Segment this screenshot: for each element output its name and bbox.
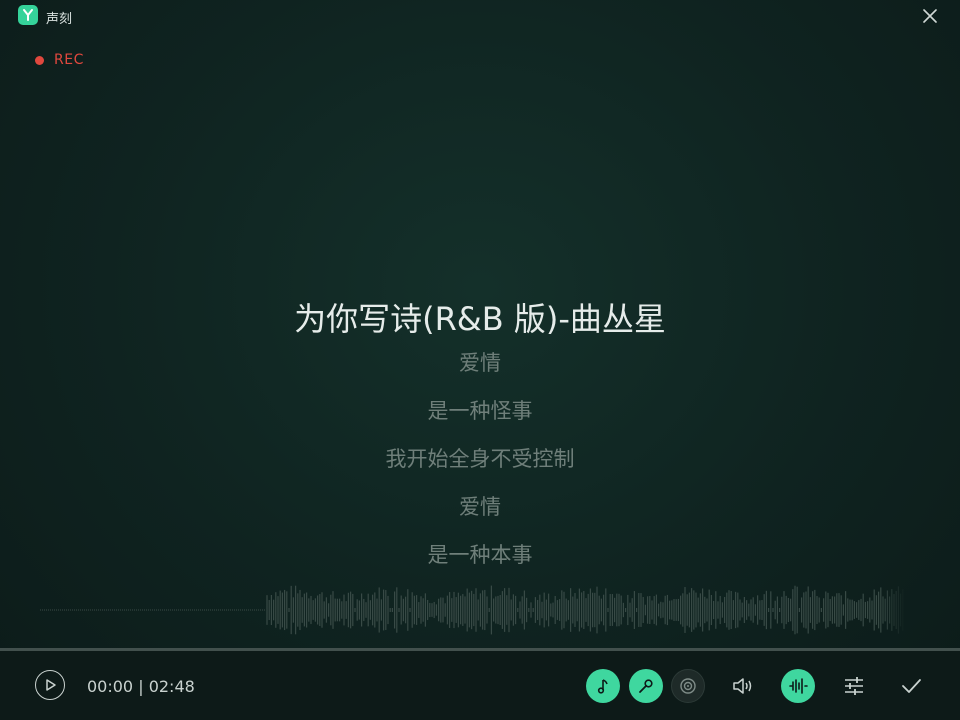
- sliders-icon: [845, 677, 863, 695]
- music-note-icon: [597, 679, 608, 694]
- lyric-line: 爱情: [459, 495, 501, 519]
- title-bar: 声刻: [0, 0, 960, 32]
- play-icon: [46, 679, 56, 691]
- time-display: 00:00 | 02:48: [87, 677, 195, 696]
- disc-icon: [680, 678, 696, 694]
- play-button[interactable]: [35, 670, 65, 700]
- current-time: 00:00: [87, 677, 134, 696]
- lyric-line: 是一种本事: [427, 543, 533, 567]
- volume-button[interactable]: [726, 669, 760, 703]
- lyric-line: 是一种怪事: [427, 399, 533, 423]
- speaker-icon: [733, 678, 752, 694]
- close-button[interactable]: [920, 6, 940, 26]
- lyric-line: 我开始全身不受控制: [385, 447, 575, 471]
- lyrics-panel: 爱情 是一种怪事 我开始全身不受控制 爱情 是一种本事: [0, 348, 960, 588]
- time-separator: |: [138, 677, 144, 696]
- settings-button[interactable]: [837, 669, 871, 703]
- audio-waveform: [40, 585, 904, 635]
- close-icon: [923, 9, 937, 23]
- control-bar: 00:00 | 02:48: [0, 651, 960, 720]
- rec-dot-icon: [35, 55, 44, 65]
- check-icon: [902, 679, 921, 693]
- disc-toggle-button[interactable]: [671, 669, 705, 703]
- effects-toggle-button[interactable]: [781, 669, 815, 703]
- app-name: 声刻: [46, 12, 73, 27]
- song-title: 为你写诗(R&B 版)-曲丛星: [294, 300, 666, 338]
- microphone-icon: [639, 679, 653, 693]
- waveform-icon: [789, 678, 808, 694]
- rec-label: REC: [54, 52, 84, 68]
- microphone-toggle-button[interactable]: [629, 669, 663, 703]
- total-time: 02:48: [148, 677, 195, 696]
- music-toggle-button[interactable]: [586, 669, 620, 703]
- app-logo-icon: [18, 5, 38, 25]
- recording-indicator: REC: [35, 52, 84, 68]
- confirm-button[interactable]: [894, 669, 928, 703]
- lyric-line: 爱情: [459, 351, 501, 375]
